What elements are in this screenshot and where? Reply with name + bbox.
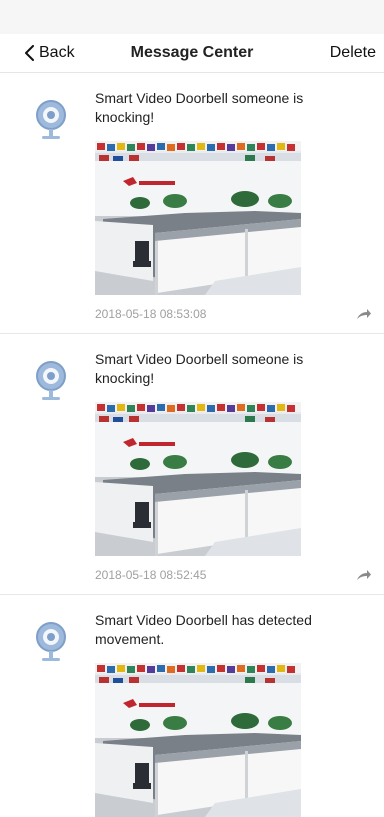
message-list: Smart Video Doorbell someone is knocking… — [0, 73, 384, 817]
snapshot-image[interactable] — [95, 141, 301, 295]
back-label: Back — [39, 44, 75, 61]
message-timestamp: 2018-05-18 08:52:45 — [95, 568, 207, 582]
chevron-left-icon — [25, 45, 34, 61]
delete-button[interactable]: Delete — [330, 44, 376, 62]
navigation-bar: Back Message Center Delete — [0, 34, 384, 73]
message-text: Smart Video Doorbell someone is knocking… — [95, 351, 304, 386]
doorbell-camera-icon — [36, 361, 66, 400]
snapshot-image[interactable] — [95, 663, 301, 817]
share-arrow-icon[interactable] — [356, 569, 372, 581]
share-arrow-icon[interactable] — [356, 308, 372, 320]
status-bar — [0, 0, 384, 34]
message-text: Smart Video Doorbell someone is knocking… — [95, 90, 304, 125]
message-text: Smart Video Doorbell has detected moveme… — [95, 612, 312, 647]
snapshot-image[interactable] — [95, 402, 301, 556]
message-item[interactable]: Smart Video Doorbell has detected moveme… — [0, 595, 384, 817]
doorbell-camera-icon — [36, 100, 66, 139]
doorbell-camera-icon — [36, 622, 66, 661]
back-button[interactable]: Back — [24, 44, 75, 62]
message-item[interactable]: Smart Video Doorbell someone is knocking… — [0, 334, 384, 595]
message-timestamp: 2018-05-18 08:53:08 — [95, 307, 207, 321]
message-item[interactable]: Smart Video Doorbell someone is knocking… — [0, 73, 384, 334]
